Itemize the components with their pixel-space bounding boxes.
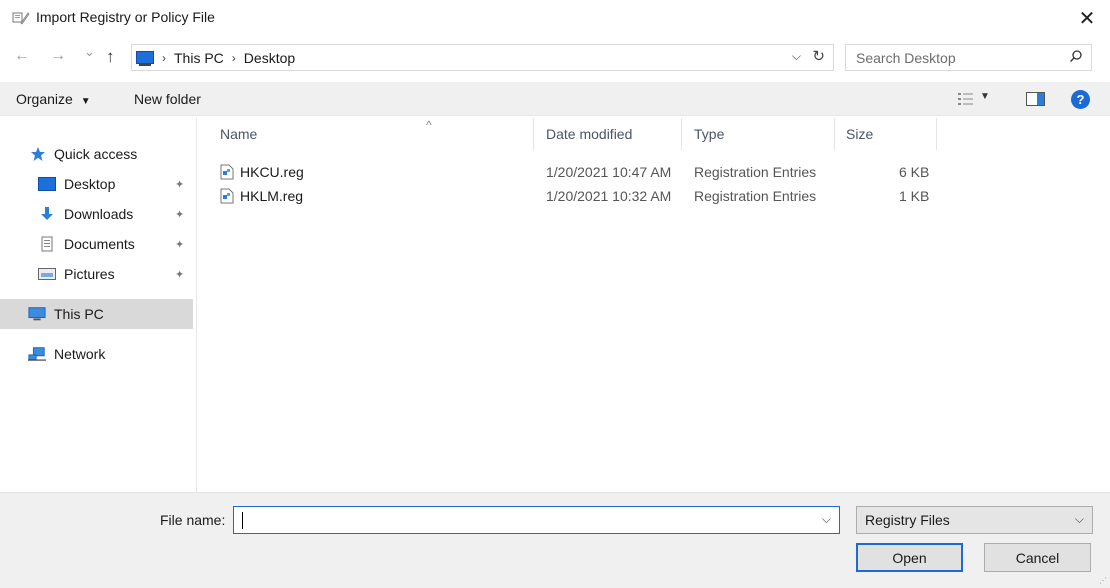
chevron-down-icon: ⌵ xyxy=(1074,512,1084,526)
close-button[interactable]: ✕ xyxy=(1064,0,1110,36)
forward-arrow-icon[interactable]: → xyxy=(50,47,66,65)
file-date-modified: 1/20/2021 10:47 AM xyxy=(546,164,672,180)
address-dropdown-icon[interactable]: ⌵ xyxy=(792,49,801,64)
sidebar-item-label: Pictures xyxy=(64,266,115,282)
registry-editor-icon xyxy=(12,12,30,25)
sidebar-item-label: This PC xyxy=(54,306,104,322)
file-name-dropdown-icon[interactable]: ⌵ xyxy=(822,512,831,527)
file-name: HKCU.reg xyxy=(240,164,304,180)
resize-grip-icon[interactable]: ⋰ xyxy=(1099,576,1107,585)
file-name-label: File name: xyxy=(160,512,226,528)
pc-icon xyxy=(28,307,46,321)
file-list: ^ Name Date modified Type Size HKCU.reg … xyxy=(198,118,1110,492)
file-type-value: Registry Files xyxy=(865,512,950,528)
registry-file-icon xyxy=(220,188,234,204)
pin-icon[interactable]: ✦ xyxy=(175,238,184,251)
navigation-pane: Quick access Desktop ✦ Downloads ✦ Docum… xyxy=(0,118,197,492)
pin-icon[interactable]: ✦ xyxy=(175,178,184,191)
title-bar: Import Registry or Policy File ✕ xyxy=(0,0,1110,36)
text-cursor xyxy=(242,512,243,529)
recent-locations-icon[interactable]: ⌄ xyxy=(84,44,95,60)
sidebar-item-network[interactable]: Network xyxy=(0,339,193,369)
view-options-icon[interactable] xyxy=(958,92,974,106)
sidebar-item-pictures[interactable]: Pictures ✦ xyxy=(0,259,193,289)
file-size: 6 KB xyxy=(899,164,930,180)
column-header-label: Type xyxy=(694,126,725,142)
navigation-bar: ← → ⌄ ↑ › This PC › Desktop ⌵ ↻ xyxy=(0,40,1110,76)
file-type-select[interactable]: Registry Files ⌵ xyxy=(856,506,1093,534)
sidebar-item-this-pc[interactable]: This PC xyxy=(0,299,193,329)
column-header-type[interactable]: Type xyxy=(682,118,835,150)
file-name: HKLM.reg xyxy=(240,188,304,204)
file-row[interactable]: HKLM.reg 1/20/2021 10:32 AM Registration… xyxy=(216,185,936,209)
open-button[interactable]: Open xyxy=(856,543,963,572)
preview-pane-icon[interactable] xyxy=(1026,92,1045,106)
sidebar-item-label: Documents xyxy=(64,236,135,252)
file-size: 1 KB xyxy=(899,188,930,204)
downloads-icon xyxy=(41,207,53,220)
up-arrow-icon[interactable]: ↑ xyxy=(106,47,115,67)
file-row[interactable]: HKCU.reg 1/20/2021 10:47 AM Registration… xyxy=(216,161,936,185)
search-box[interactable] xyxy=(845,44,1092,71)
column-header-name[interactable]: Name xyxy=(198,118,534,150)
sidebar-item-label: Downloads xyxy=(64,206,134,222)
help-icon[interactable]: ? xyxy=(1071,90,1090,109)
command-toolbar: Organize ▼ New folder ▼ ? xyxy=(0,82,1110,116)
pin-icon[interactable]: ✦ xyxy=(175,268,184,281)
sidebar-item-label: Network xyxy=(54,346,106,362)
file-name-input[interactable]: ⌵ xyxy=(233,506,840,534)
back-arrow-icon[interactable]: ← xyxy=(14,47,30,65)
organize-label: Organize xyxy=(16,91,73,107)
dialog-footer: File name: ⌵ Registry Files ⌵ Open Cance… xyxy=(0,492,1110,588)
network-icon xyxy=(28,347,46,361)
column-header-label: Size xyxy=(846,126,874,142)
window-title: Import Registry or Policy File xyxy=(36,9,215,25)
column-header-label: Name xyxy=(220,126,258,142)
file-type: Registration Entries xyxy=(694,164,817,180)
documents-icon xyxy=(41,236,53,252)
sidebar-item-quick-access[interactable]: Quick access xyxy=(0,139,193,169)
file-date-modified: 1/20/2021 10:32 AM xyxy=(546,188,672,204)
registry-file-icon xyxy=(220,164,234,180)
search-input[interactable] xyxy=(856,49,1056,66)
address-bar[interactable]: › This PC › Desktop ⌵ ↻ xyxy=(131,44,834,71)
file-type: Registration Entries xyxy=(694,188,817,204)
sidebar-item-desktop[interactable]: Desktop ✦ xyxy=(0,169,193,199)
organize-button[interactable]: Organize ▼ xyxy=(16,91,91,107)
view-chevron-down-icon[interactable]: ▼ xyxy=(980,91,990,102)
breadcrumb-this-pc[interactable]: This PC xyxy=(174,50,224,66)
column-header-label: Date modified xyxy=(546,126,633,142)
star-icon xyxy=(31,147,45,161)
refresh-icon[interactable]: ↻ xyxy=(812,47,825,65)
new-folder-button[interactable]: New folder xyxy=(134,91,201,107)
sidebar-item-downloads[interactable]: Downloads ✦ xyxy=(0,199,193,229)
chevron-down-icon: ▼ xyxy=(80,96,91,107)
pin-icon[interactable]: ✦ xyxy=(175,208,184,221)
this-pc-icon xyxy=(136,51,154,66)
pictures-icon xyxy=(38,268,56,280)
sidebar-item-label: Quick access xyxy=(54,146,138,162)
sidebar-item-documents[interactable]: Documents ✦ xyxy=(0,229,193,259)
column-header-date-modified[interactable]: Date modified xyxy=(534,118,682,150)
breadcrumb-separator: › xyxy=(231,50,236,65)
search-icon[interactable] xyxy=(1069,49,1083,63)
sidebar-item-label: Desktop xyxy=(64,176,116,192)
cancel-button[interactable]: Cancel xyxy=(984,543,1091,572)
breadcrumb-separator: › xyxy=(162,50,166,65)
column-header-size[interactable]: Size xyxy=(835,118,937,150)
breadcrumb-desktop[interactable]: Desktop xyxy=(244,50,295,66)
desktop-icon xyxy=(38,176,56,192)
